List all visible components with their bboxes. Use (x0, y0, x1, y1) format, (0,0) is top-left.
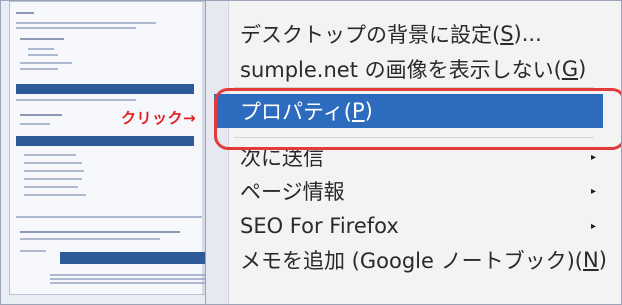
menu-item-accelerator: N (582, 248, 599, 272)
menu-item-label-post: ) (598, 248, 607, 272)
click-callout-label: クリック→ (121, 109, 197, 127)
menu-item-label: 次に送信 (240, 146, 324, 170)
context-menu: デスクトップの背景に設定(S)... sumple.net の画像を表示しない(… (205, 1, 621, 304)
menu-item-label-post: ) (578, 57, 587, 81)
menu-item-add-note[interactable]: メモを追加 (Google ノートブック)(N) (240, 245, 607, 275)
bg-section-bar (16, 136, 194, 146)
background-page-content (10, 2, 222, 294)
menu-item-block-images[interactable]: sumple.net の画像を表示しない(G) (240, 54, 586, 84)
bg-list-line (20, 68, 58, 70)
menu-item-page-info[interactable]: ページ情報 ▸ (240, 176, 610, 206)
submenu-arrow-icon: ▸ (590, 151, 596, 163)
bg-text-line (16, 216, 206, 218)
bg-list-line (28, 48, 54, 50)
menu-item-label-pre: デスクトップの背景に設定( (240, 23, 501, 47)
menu-item-accelerator: S (500, 22, 514, 46)
menu-item-label: ページ情報 (240, 180, 345, 204)
menu-item-label-pre: プロパティ( (240, 100, 352, 124)
bg-list-line (28, 54, 58, 56)
bg-list-line (20, 250, 46, 252)
bg-list-line (24, 178, 82, 180)
menu-item-accelerator: G (561, 57, 579, 81)
bg-text-line (16, 22, 156, 24)
screenshot-frame: クリック→ デスクトップの背景に設定(S)... sumple.net の画像を… (0, 0, 622, 305)
menu-icon-gutter (206, 1, 229, 304)
menu-item-label: SEO For Firefox (240, 214, 399, 238)
bg-heading-line (16, 12, 34, 14)
menu-item-send-to[interactable]: 次に送信 ▸ (240, 142, 610, 172)
bg-list-line (24, 194, 86, 196)
menu-separator (234, 87, 594, 88)
bg-bottom-lines (50, 272, 210, 286)
bg-text-line (16, 99, 136, 101)
bg-list-line (20, 123, 50, 125)
menu-item-set-desktop-background[interactable]: デスクトップの背景に設定(S)... (240, 19, 542, 49)
background-web-page (9, 1, 223, 295)
submenu-arrow-icon: ▸ (590, 185, 596, 197)
bg-section-bar (16, 84, 194, 94)
menu-item-label-post: )... (513, 22, 542, 46)
menu-item-label-post: ) (364, 99, 373, 123)
bg-text-line (16, 27, 136, 29)
menu-item-seo-for-firefox[interactable]: SEO For Firefox ▸ (240, 211, 610, 241)
menu-item-label-pre: sumple.net の画像を表示しない( (240, 58, 562, 82)
menu-item-accelerator: P (351, 99, 365, 123)
bg-list-line (24, 170, 84, 172)
bg-list-line (24, 186, 78, 188)
bg-list-line (20, 231, 180, 233)
submenu-arrow-icon: ▸ (590, 220, 596, 232)
bg-list-line (24, 162, 82, 164)
bg-list-line (20, 62, 72, 64)
bg-list-line (20, 38, 64, 40)
menu-separator (234, 137, 594, 138)
bg-list-line (24, 154, 76, 156)
bg-list-line (20, 238, 160, 240)
menu-item-properties[interactable]: プロパティ(P) (214, 94, 603, 128)
bg-footer-bar (60, 252, 212, 264)
menu-item-label-pre: メモを追加 (Google ノートブック)( (240, 249, 583, 273)
bg-list-line (20, 114, 62, 116)
